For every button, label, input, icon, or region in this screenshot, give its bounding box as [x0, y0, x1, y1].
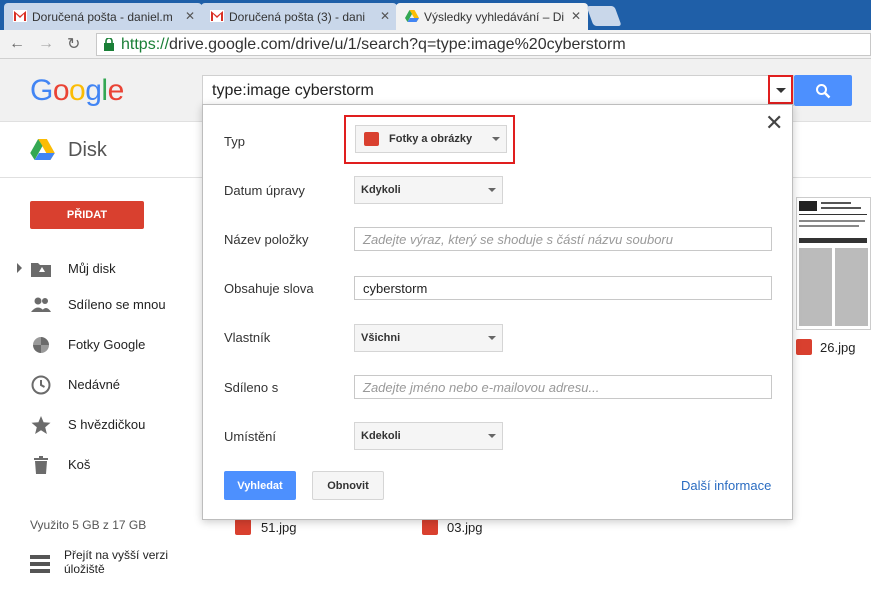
browser-tab-strip: Doručená pošta - daniel.m ✕ Doručená poš… [0, 0, 871, 30]
drive-title[interactable]: Disk [68, 139, 107, 162]
location-value: Kdekoli [361, 430, 401, 442]
owner-dropdown[interactable]: Všichni [354, 324, 503, 352]
sidebar-item-label: Můj disk [68, 261, 116, 276]
file-name[interactable]: 03.jpg [447, 520, 482, 535]
owner-value: Všichni [361, 332, 401, 344]
logo-letter: o [52, 74, 70, 107]
new-tab-button[interactable] [586, 6, 622, 26]
tab-title: Výsledky vyhledávání – Di [424, 10, 565, 24]
image-icon [364, 132, 379, 146]
folder-drive-icon [31, 263, 51, 277]
caret-down-icon [488, 434, 496, 438]
file-thumbnail[interactable] [796, 197, 871, 330]
storage-usage: Využito 5 GB z 17 GB [30, 518, 147, 532]
item-name-input[interactable]: Zadejte výraz, který se shoduje s částí … [354, 227, 772, 251]
sidebar-item-trash[interactable]: Koš [0, 450, 200, 480]
new-button[interactable]: PŘIDAT [30, 201, 144, 229]
sidebar-item-recent[interactable]: Nedávné [0, 370, 200, 400]
trash-icon [34, 456, 48, 474]
search-options-dropdown[interactable] [768, 75, 793, 104]
search-button[interactable] [794, 75, 852, 106]
caret-down-icon [492, 137, 500, 141]
browser-tab-search-results[interactable]: Výsledky vyhledávání – Di ✕ [396, 3, 588, 30]
url-path: drive.google.com/drive/u/1/search?q=type… [169, 36, 626, 53]
contains-words-value: cyberstorm [363, 281, 428, 296]
sidebar-item-starred[interactable]: S hvězdičkou [0, 410, 200, 440]
people-icon [31, 297, 51, 312]
tab-title: Doručená pošta (3) - dani [229, 10, 366, 24]
item-name-label: Název položky [224, 232, 309, 247]
storage-icon [30, 555, 50, 573]
logo-letter: e [107, 74, 125, 107]
search-query: type:image cyberstorm [212, 82, 374, 99]
contains-words-input[interactable]: cyberstorm [354, 276, 772, 300]
sidebar-item-label: S hvězdičkou [68, 417, 146, 432]
reset-button[interactable]: Obnovit [312, 471, 384, 500]
clock-icon [31, 375, 51, 395]
image-file-icon [235, 519, 251, 535]
google-logo[interactable]: Google [30, 74, 124, 108]
chevron-down-icon [776, 88, 786, 93]
sidebar-item-label: Fotky Google [68, 337, 146, 352]
image-file-icon [796, 339, 812, 355]
pinwheel-icon [33, 337, 49, 353]
shared-with-label: Sdíleno s [224, 380, 279, 395]
star-icon [31, 416, 51, 434]
more-info-link[interactable]: Další informace [681, 478, 771, 493]
shared-with-placeholder: Zadejte jméno nebo e-mailovou adresu... [363, 380, 600, 395]
url-scheme: https:// [121, 36, 170, 53]
file-name[interactable]: 26.jpg [820, 340, 855, 355]
search-icon [816, 84, 831, 99]
contains-words-label: Obsahuje slova [224, 281, 314, 296]
tab-close-icon[interactable]: ✕ [380, 9, 390, 23]
logo-letter: G [30, 74, 53, 107]
forward-arrow-icon[interactable]: → [38, 35, 54, 53]
gmail-icon [210, 10, 224, 22]
address-bar[interactable]: https://drive.google.com/drive/u/1/searc… [96, 33, 871, 56]
search-submit-button[interactable]: Vyhledat [224, 471, 296, 500]
back-arrow-icon[interactable]: ← [9, 35, 25, 53]
type-dropdown[interactable]: Fotky a obrázky [355, 125, 507, 153]
expand-arrow-icon[interactable] [17, 263, 22, 273]
modified-dropdown[interactable]: Kdykoli [354, 176, 503, 204]
file-name[interactable]: 51.jpg [261, 520, 296, 535]
location-dropdown[interactable]: Kdekoli [354, 422, 503, 450]
drive-icon [405, 10, 419, 22]
gmail-icon [13, 10, 27, 22]
caret-down-icon [488, 188, 496, 192]
sidebar-item-my-drive[interactable]: Můj disk [0, 254, 200, 284]
modified-label: Datum úpravy [224, 183, 305, 198]
type-label: Typ [224, 134, 245, 149]
caret-down-icon [488, 336, 496, 340]
browser-tab-inbox-3[interactable]: Doručená pošta (3) - dani ✕ [201, 3, 397, 30]
advanced-search-panel: ✕ Typ Fotky a obrázky Datum úpravy Kdyko… [202, 104, 793, 520]
logo-letter: g [85, 74, 102, 107]
sidebar-item-shared[interactable]: Sdíleno se mnou [0, 290, 200, 320]
browser-toolbar: ← → ↻ https://drive.google.com/drive/u/1… [0, 30, 871, 59]
tab-close-icon[interactable]: ✕ [185, 9, 195, 23]
drive-logo-icon [30, 139, 55, 160]
document-preview-image [799, 201, 868, 326]
sidebar-item-photos[interactable]: Fotky Google [0, 330, 200, 360]
close-icon[interactable]: ✕ [765, 112, 783, 134]
lock-icon [104, 38, 114, 51]
browser-tab-inbox[interactable]: Doručená pošta - daniel.m ✕ [4, 3, 202, 30]
sidebar-item-label: Sdíleno se mnou [68, 297, 166, 312]
image-file-icon [422, 519, 438, 535]
upgrade-storage-link[interactable]: Přejít na vyšší verzi úložiště [64, 548, 174, 576]
tab-close-icon[interactable]: ✕ [571, 9, 581, 23]
owner-label: Vlastník [224, 330, 271, 345]
tab-title: Doručená pošta - daniel.m [32, 10, 173, 24]
location-label: Umístění [224, 429, 277, 444]
reload-icon[interactable]: ↻ [67, 34, 80, 54]
item-name-placeholder: Zadejte výraz, který se shoduje s částí … [363, 232, 673, 247]
shared-with-input[interactable]: Zadejte jméno nebo e-mailovou adresu... [354, 375, 772, 399]
modified-value: Kdykoli [361, 184, 401, 196]
search-input[interactable]: type:image cyberstorm [202, 75, 794, 106]
sidebar-item-label: Nedávné [68, 377, 121, 392]
type-value: Fotky a obrázky [389, 133, 473, 145]
sidebar-item-label: Koš [68, 457, 91, 472]
logo-letter: o [69, 74, 86, 107]
